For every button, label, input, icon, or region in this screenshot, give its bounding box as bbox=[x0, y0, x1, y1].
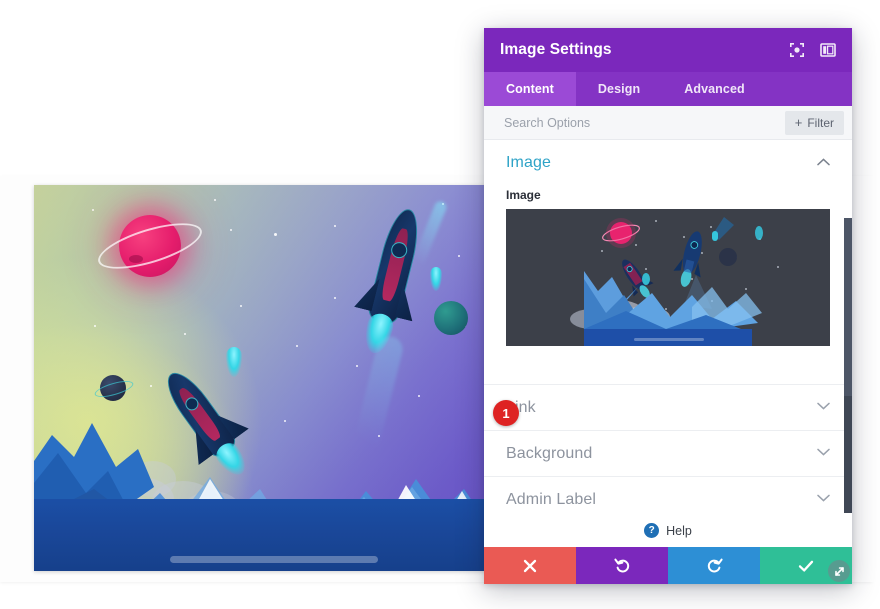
modal-actions bbox=[484, 547, 852, 584]
star bbox=[92, 209, 94, 211]
step-badge-1: 1 bbox=[493, 400, 519, 426]
star bbox=[296, 345, 298, 347]
star bbox=[184, 333, 186, 335]
star bbox=[94, 325, 96, 327]
star bbox=[214, 199, 216, 201]
star bbox=[274, 233, 277, 236]
illustration-canvas bbox=[34, 185, 486, 571]
image-settings-modal: Image Settings Content Design Advanced S… bbox=[484, 28, 852, 584]
help-icon: ? bbox=[644, 523, 660, 538]
resize-handle-icon bbox=[834, 566, 844, 576]
section-image-header[interactable]: Image bbox=[484, 140, 852, 186]
focus-target-icon[interactable] bbox=[788, 42, 805, 59]
plus-icon: + bbox=[794, 115, 803, 130]
page-content-card-right-gutter bbox=[852, 176, 880, 582]
star bbox=[418, 395, 420, 397]
help-label: Help bbox=[666, 523, 692, 538]
undo-button[interactable] bbox=[576, 547, 668, 584]
star bbox=[458, 255, 460, 257]
chevron-down-icon bbox=[817, 494, 830, 505]
modal-header-icons bbox=[788, 42, 836, 59]
check-icon bbox=[798, 560, 814, 572]
section-admin-label-title: Admin Label bbox=[506, 490, 597, 508]
modal-scrollbar[interactable] bbox=[844, 218, 852, 513]
help-row[interactable]: ? Help bbox=[484, 513, 852, 547]
modal-tabs: Content Design Advanced bbox=[484, 72, 852, 106]
section-background-title: Background bbox=[506, 444, 593, 462]
cancel-button[interactable] bbox=[484, 547, 576, 584]
star bbox=[230, 229, 232, 231]
tab-design[interactable]: Design bbox=[576, 72, 662, 106]
star bbox=[240, 305, 242, 307]
filter-button-label: Filter bbox=[807, 115, 834, 130]
image-thumbnail-preview bbox=[506, 209, 830, 346]
tab-content[interactable]: Content bbox=[484, 72, 576, 106]
modal-scrollbar-thumb[interactable] bbox=[844, 218, 852, 396]
search-input[interactable] bbox=[504, 115, 785, 130]
star bbox=[334, 297, 336, 299]
image-thumbnail[interactable] bbox=[506, 209, 830, 346]
resize-handle[interactable] bbox=[828, 560, 850, 582]
section-link[interactable]: Link bbox=[484, 384, 852, 430]
section-image-spacer bbox=[484, 346, 852, 384]
layout-panel-icon[interactable] bbox=[819, 42, 836, 59]
section-image: Image Image 1 bbox=[484, 140, 852, 426]
chevron-down-icon bbox=[817, 402, 830, 413]
water-highlight bbox=[169, 556, 378, 563]
search-bar: + Filter bbox=[484, 106, 852, 140]
chevron-down-icon bbox=[817, 448, 830, 459]
modal-title: Image Settings bbox=[500, 41, 612, 58]
chevron-up-icon bbox=[817, 157, 830, 169]
space-rockets-illustration[interactable] bbox=[34, 185, 486, 571]
filter-button[interactable]: + Filter bbox=[784, 110, 844, 135]
tab-advanced[interactable]: Advanced bbox=[662, 72, 767, 106]
section-background[interactable]: Background bbox=[484, 430, 852, 476]
redo-icon bbox=[707, 558, 723, 573]
redo-button[interactable] bbox=[668, 547, 760, 584]
star bbox=[356, 365, 358, 367]
teal-planet bbox=[434, 301, 468, 335]
section-admin-label[interactable]: Admin Label bbox=[484, 476, 852, 513]
image-thumbnail-wrap[interactable]: 1 bbox=[484, 209, 852, 426]
image-field-label: Image bbox=[506, 188, 541, 202]
modal-body[interactable]: Image Image 1 Link Background Admin Labe… bbox=[484, 140, 852, 513]
section-image-title: Image bbox=[506, 154, 551, 171]
screen-root: Image Settings Content Design Advanced S… bbox=[0, 0, 880, 609]
star bbox=[334, 225, 336, 227]
section-link-title: Link bbox=[506, 398, 536, 416]
undo-icon bbox=[613, 558, 629, 573]
modal-header: Image Settings bbox=[484, 28, 852, 72]
close-icon bbox=[523, 559, 537, 572]
